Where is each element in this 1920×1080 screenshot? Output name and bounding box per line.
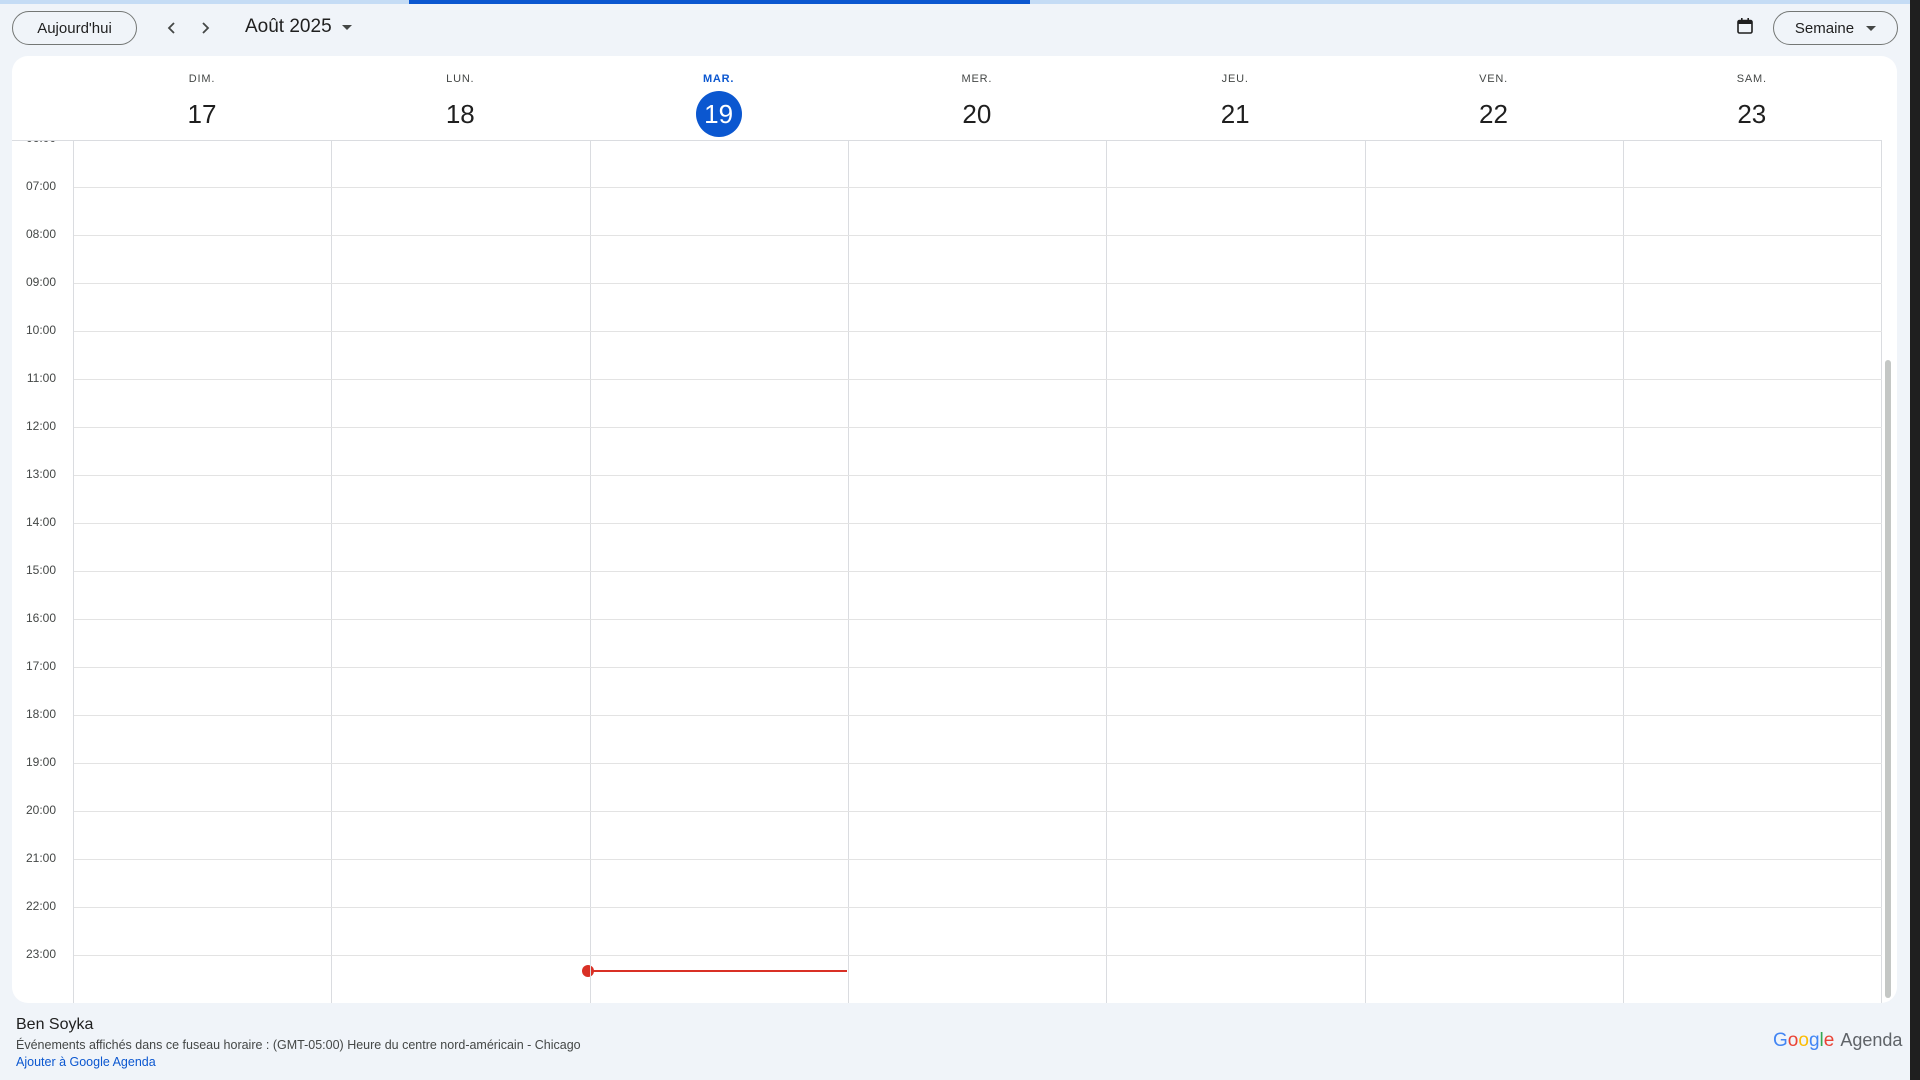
current-time-dot <box>582 965 594 977</box>
caret-down-icon <box>1866 25 1877 31</box>
day-header-7[interactable]: SAM. 23 <box>1623 73 1881 137</box>
day-number[interactable]: 22 <box>1471 91 1517 137</box>
day-number[interactable]: 23 <box>1729 91 1775 137</box>
hour-label: 19:00 <box>25 755 56 769</box>
day-of-week-label: JEU. <box>1221 73 1249 85</box>
hour-gridline <box>74 763 1882 764</box>
hour-gridline <box>74 379 1882 380</box>
hour-gridline <box>74 571 1882 572</box>
hour-label: 06:00 <box>12 141 56 145</box>
hour-label: 07:00 <box>25 179 56 193</box>
week-view-panel: DIM. 17 LUN. 18 MAR. 19 MER. 20 JEU. 21 VEN. 22 SAM.… <box>12 56 1897 1003</box>
day-of-week-label: LUN. <box>446 73 475 85</box>
google-agenda-logo[interactable]: Google Agenda <box>1773 1030 1902 1052</box>
day-of-week-label: DIM. <box>188 73 216 85</box>
hour-gridline <box>74 475 1882 476</box>
hour-label: 17:00 <box>25 659 56 673</box>
timezone-note: Événements affichés dans ce fuseau horai… <box>16 1038 581 1052</box>
caret-down-icon <box>341 24 352 30</box>
hour-label: 14:00 <box>25 515 56 529</box>
calendar-icon[interactable] <box>1736 17 1754 35</box>
hour-gridline <box>74 955 1882 956</box>
day-column-divider <box>73 141 74 1003</box>
hour-label: 11:00 <box>26 371 56 385</box>
hour-gridline <box>74 619 1882 620</box>
day-header-6[interactable]: VEN. 22 <box>1365 73 1623 137</box>
prev-week-button[interactable] <box>158 14 186 42</box>
hour-label: 20:00 <box>25 803 56 817</box>
loading-progress-fill <box>409 0 1030 4</box>
day-column-divider <box>331 141 333 1003</box>
hour-label: 10:00 <box>25 323 56 337</box>
hour-gridline <box>74 283 1882 284</box>
hour-gridline <box>74 235 1882 236</box>
scrollbar-thumb[interactable] <box>1885 360 1891 998</box>
hour-gridline <box>74 667 1882 668</box>
day-column-divider <box>1622 141 1624 1003</box>
current-time-line <box>588 970 847 972</box>
next-week-button[interactable] <box>191 14 219 42</box>
day-header-4[interactable]: MER. 20 <box>848 73 1106 137</box>
hour-gridline <box>74 427 1882 428</box>
day-number[interactable]: 21 <box>1212 91 1258 137</box>
day-column-divider <box>589 141 591 1003</box>
day-number[interactable]: 19 <box>695 91 742 137</box>
hour-gridline <box>74 715 1882 716</box>
google-wordmark: Google <box>1773 1030 1835 1051</box>
hour-gridline <box>74 331 1882 332</box>
day-column-divider <box>847 141 849 1003</box>
day-of-week-label: MAR. <box>702 73 735 85</box>
day-number[interactable]: 17 <box>179 91 225 137</box>
month-selector[interactable]: Août 2025 <box>245 16 352 38</box>
hour-label: 09:00 <box>25 275 56 289</box>
hour-label: 13:00 <box>25 467 56 481</box>
today-button[interactable]: Aujourd'hui <box>12 11 137 45</box>
hour-gridline <box>74 859 1882 860</box>
hour-label: 22:00 <box>25 899 56 913</box>
hour-label: 08:00 <box>25 227 56 241</box>
hour-label: 21:00 <box>25 851 56 865</box>
month-title: Août 2025 <box>245 16 332 37</box>
day-of-week-label: MER. <box>961 73 993 85</box>
agenda-wordmark: Agenda <box>1840 1030 1903 1050</box>
add-to-google-calendar-link[interactable]: Ajouter à Google Agenda <box>16 1055 156 1069</box>
hour-label: 18:00 <box>25 707 56 721</box>
chevron-left-icon <box>167 22 175 34</box>
day-column-divider <box>1106 141 1108 1003</box>
hour-label: 12:00 <box>25 419 56 433</box>
time-grid[interactable]: 06:00 07:00 08:00 09:00 10:00 11:00 12:00 13:00… <box>12 141 1882 1003</box>
day-header-3[interactable]: MAR. 19 <box>590 73 848 137</box>
calendar-owner-name: Ben Soyka <box>16 1016 94 1033</box>
day-header-2[interactable]: LUN. 18 <box>331 73 589 137</box>
loading-progress-bar <box>0 0 1910 4</box>
hour-gridline <box>74 907 1882 908</box>
day-of-week-label: VEN. <box>1479 73 1508 85</box>
hour-gridline <box>74 187 1882 188</box>
day-of-week-label: SAM. <box>1736 73 1767 85</box>
chevron-right-icon <box>202 22 210 34</box>
day-number[interactable]: 20 <box>954 91 1000 137</box>
view-selector-button[interactable]: Semaine <box>1773 11 1898 45</box>
day-column-divider <box>1881 141 1882 1003</box>
hour-gridline <box>74 811 1882 812</box>
day-header-1[interactable]: DIM. 17 <box>73 73 331 137</box>
hour-label: 16:00 <box>25 611 56 625</box>
day-header-5[interactable]: JEU. 21 <box>1106 73 1364 137</box>
window-edge <box>1910 0 1920 1080</box>
day-column-divider <box>1364 141 1366 1003</box>
hour-label: 23:00 <box>25 947 56 961</box>
day-number[interactable]: 18 <box>437 91 483 137</box>
hour-gridline <box>74 523 1882 524</box>
hour-label: 15:00 <box>25 563 56 577</box>
view-label: Semaine <box>1794 19 1855 37</box>
